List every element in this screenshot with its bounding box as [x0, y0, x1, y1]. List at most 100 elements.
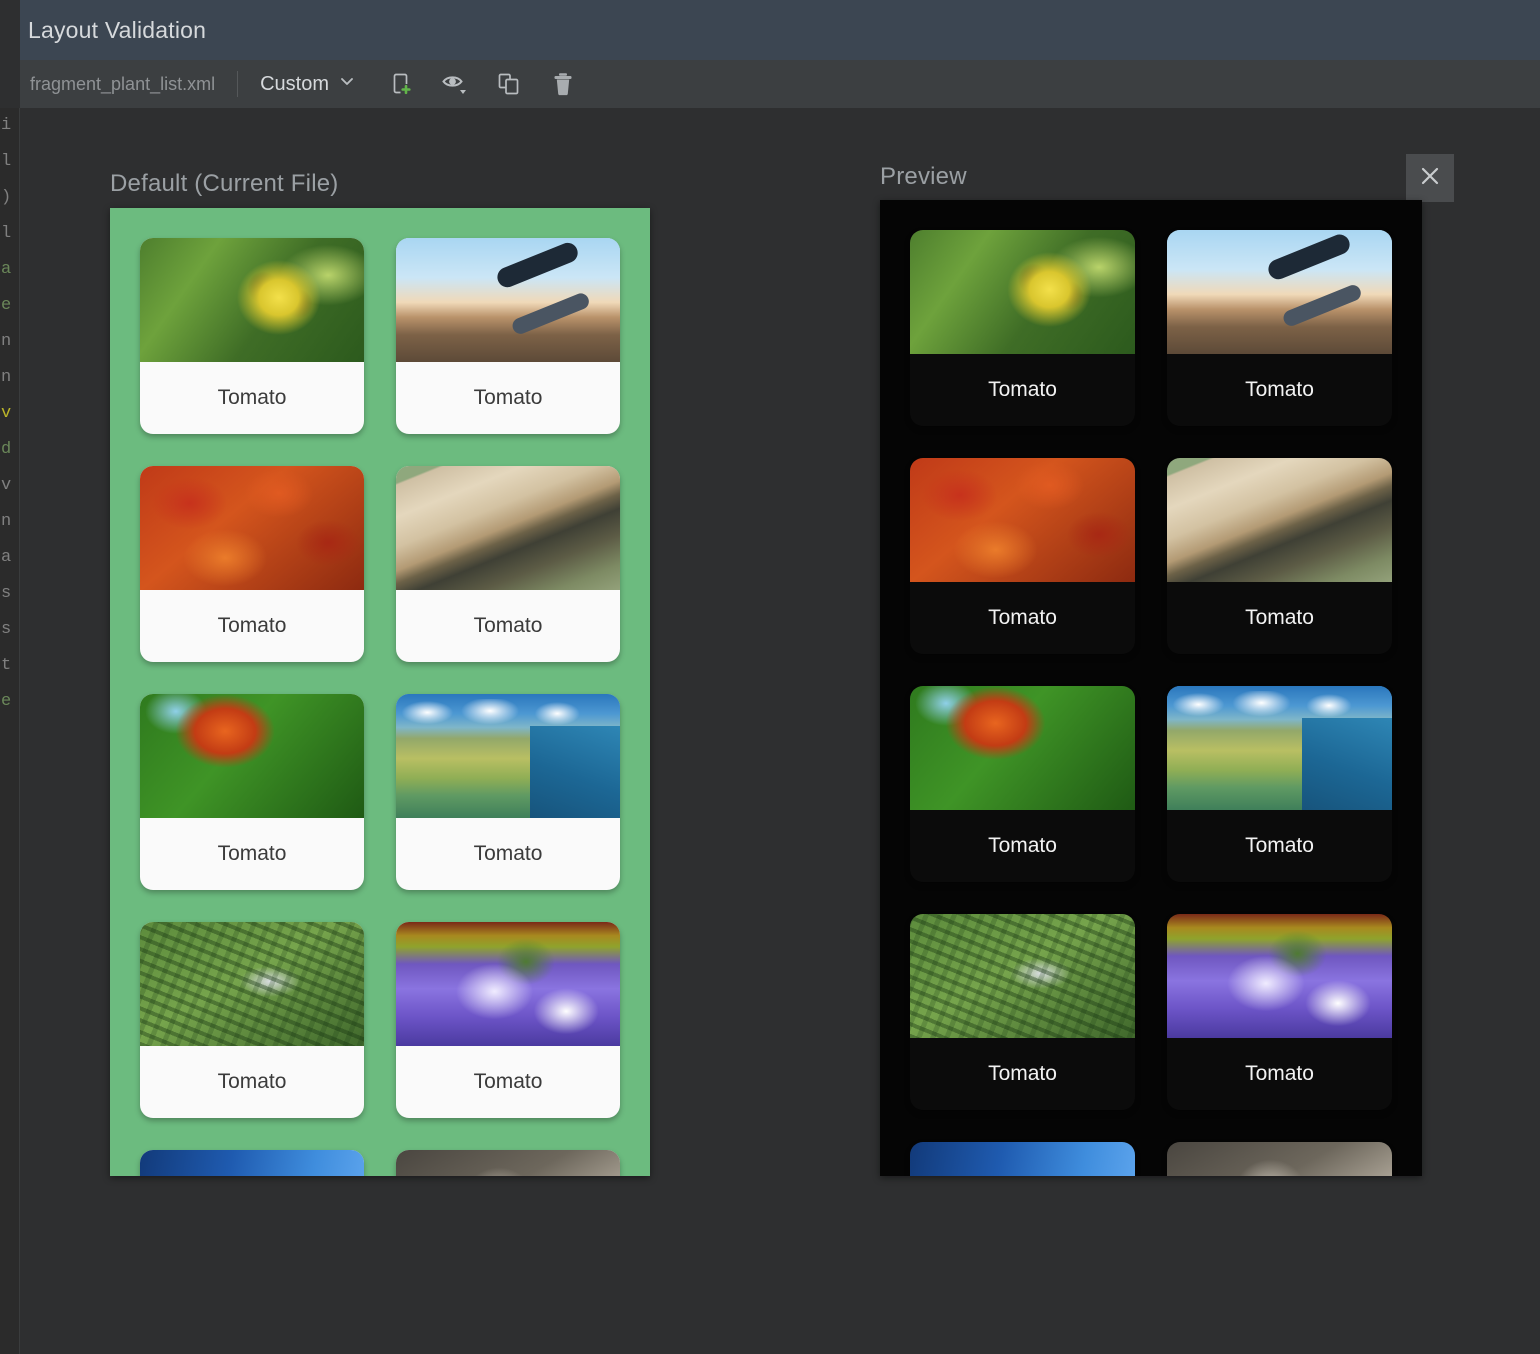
plant-name: Tomato [396, 590, 620, 662]
plant-grid-preview: Tomato Tomato Tomato Tomato Tomato Tomat… [880, 200, 1422, 1176]
code-fragment: a [1, 252, 19, 288]
plant-image [1167, 458, 1392, 582]
configuration-dropdown[interactable]: Custom [260, 72, 356, 96]
plant-card[interactable]: Tomato [140, 1150, 364, 1176]
code-fragment: n [1, 324, 19, 360]
plant-card[interactable]: Tomato [910, 230, 1135, 426]
panel-preview-label: Preview [880, 163, 967, 191]
plant-name: Tomato [140, 590, 364, 662]
code-fragment: a [1, 540, 19, 576]
plant-image [140, 238, 364, 362]
add-device-icon[interactable] [386, 69, 416, 99]
plant-name: Tomato [910, 1038, 1135, 1110]
toolbar-divider [237, 71, 238, 97]
plant-card[interactable]: Tomato [1167, 458, 1392, 654]
page-title: Layout Validation [20, 17, 206, 44]
visibility-eye-icon[interactable] [440, 69, 470, 99]
code-fragment: l [1, 216, 19, 252]
plant-grid-default: Tomato Tomato Tomato Tomato Tomato Tomat… [110, 208, 650, 1176]
configuration-dropdown-label: Custom [260, 73, 329, 96]
device-preview-default[interactable]: Tomato Tomato Tomato Tomato Tomato Tomat… [110, 208, 650, 1176]
plant-name: Tomato [396, 362, 620, 434]
plant-card[interactable]: Tomato [910, 914, 1135, 1110]
plant-image [140, 694, 364, 818]
plant-card[interactable]: Tomato [1167, 914, 1392, 1110]
plant-name: Tomato [140, 818, 364, 890]
plant-card[interactable]: Tomato [396, 238, 620, 434]
plant-name: Tomato [910, 354, 1135, 426]
plant-card[interactable]: Tomato [140, 466, 364, 662]
plant-image [140, 466, 364, 590]
plant-card[interactable]: Tomato [1167, 230, 1392, 426]
plant-name: Tomato [1167, 354, 1392, 426]
plant-name: Tomato [140, 1046, 364, 1118]
plant-image [396, 466, 620, 590]
editor-code-sliver[interactable]: i l ) l a e n n v d v n a s s t e [0, 108, 20, 1354]
plant-image [140, 1150, 364, 1176]
plant-card[interactable]: Tomato [910, 458, 1135, 654]
plant-image [1167, 686, 1392, 810]
plant-name: Tomato [396, 818, 620, 890]
plant-name: Tomato [140, 362, 364, 434]
title-bar-left-edge [0, 0, 20, 60]
code-fragment: n [1, 360, 19, 396]
toolbar-left-edge [0, 60, 20, 108]
close-preview-button[interactable] [1406, 154, 1454, 202]
plant-card[interactable]: Tomato [1167, 1142, 1392, 1176]
device-preview-dark[interactable]: Tomato Tomato Tomato Tomato Tomato Tomat… [880, 200, 1422, 1176]
plant-name: Tomato [396, 1046, 620, 1118]
plant-image [1167, 1142, 1392, 1176]
code-fragment: i [1, 108, 19, 144]
plant-image [910, 230, 1135, 354]
toolbar-icon-group [386, 69, 578, 99]
plant-image [910, 686, 1135, 810]
close-icon [1416, 162, 1444, 195]
plant-card[interactable]: Tomato [396, 466, 620, 662]
chevron-down-icon [338, 72, 356, 96]
code-fragment: s [1, 612, 19, 648]
code-fragment: n [1, 504, 19, 540]
plant-card[interactable]: Tomato [140, 238, 364, 434]
code-fragment: e [1, 288, 19, 324]
plant-image [396, 694, 620, 818]
code-fragment: e [1, 684, 19, 720]
panel-default: Default (Current File) [110, 170, 338, 198]
plant-image [1167, 914, 1392, 1038]
plant-card[interactable]: Tomato [140, 922, 364, 1118]
code-fragment: v [1, 468, 19, 504]
code-fragment: s [1, 576, 19, 612]
plant-image [910, 458, 1135, 582]
plant-name: Tomato [910, 582, 1135, 654]
plant-image [1167, 230, 1392, 354]
current-file-label: fragment_plant_list.xml [20, 74, 215, 95]
plant-image [396, 238, 620, 362]
code-fragment: t [1, 648, 19, 684]
validation-canvas: Default (Current File) Tomato Tomato Tom… [20, 108, 1540, 1354]
plant-image [396, 1150, 620, 1176]
plant-image [396, 922, 620, 1046]
plant-image [140, 922, 364, 1046]
delete-trash-icon[interactable] [548, 69, 578, 99]
window-title-bar: Layout Validation [0, 0, 1540, 60]
code-fragment: v [1, 396, 19, 432]
panel-preview: Preview [880, 163, 967, 191]
plant-name: Tomato [1167, 582, 1392, 654]
panel-default-label: Default (Current File) [110, 170, 338, 198]
plant-card[interactable]: Tomato [1167, 686, 1392, 882]
plant-image [910, 914, 1135, 1038]
code-fragment: d [1, 432, 19, 468]
copy-duplicate-icon[interactable] [494, 69, 524, 99]
plant-card[interactable]: Tomato [910, 686, 1135, 882]
validation-toolbar: fragment_plant_list.xml Custom [0, 60, 1540, 108]
plant-card[interactable]: Tomato [396, 922, 620, 1118]
plant-card[interactable]: Tomato [396, 1150, 620, 1176]
plant-card[interactable]: Tomato [910, 1142, 1135, 1176]
plant-name: Tomato [1167, 1038, 1392, 1110]
plant-name: Tomato [910, 810, 1135, 882]
code-fragment: ) [1, 180, 19, 216]
plant-card[interactable]: Tomato [396, 694, 620, 890]
code-fragment: l [1, 144, 19, 180]
plant-image [910, 1142, 1135, 1176]
plant-card[interactable]: Tomato [140, 694, 364, 890]
plant-name: Tomato [1167, 810, 1392, 882]
